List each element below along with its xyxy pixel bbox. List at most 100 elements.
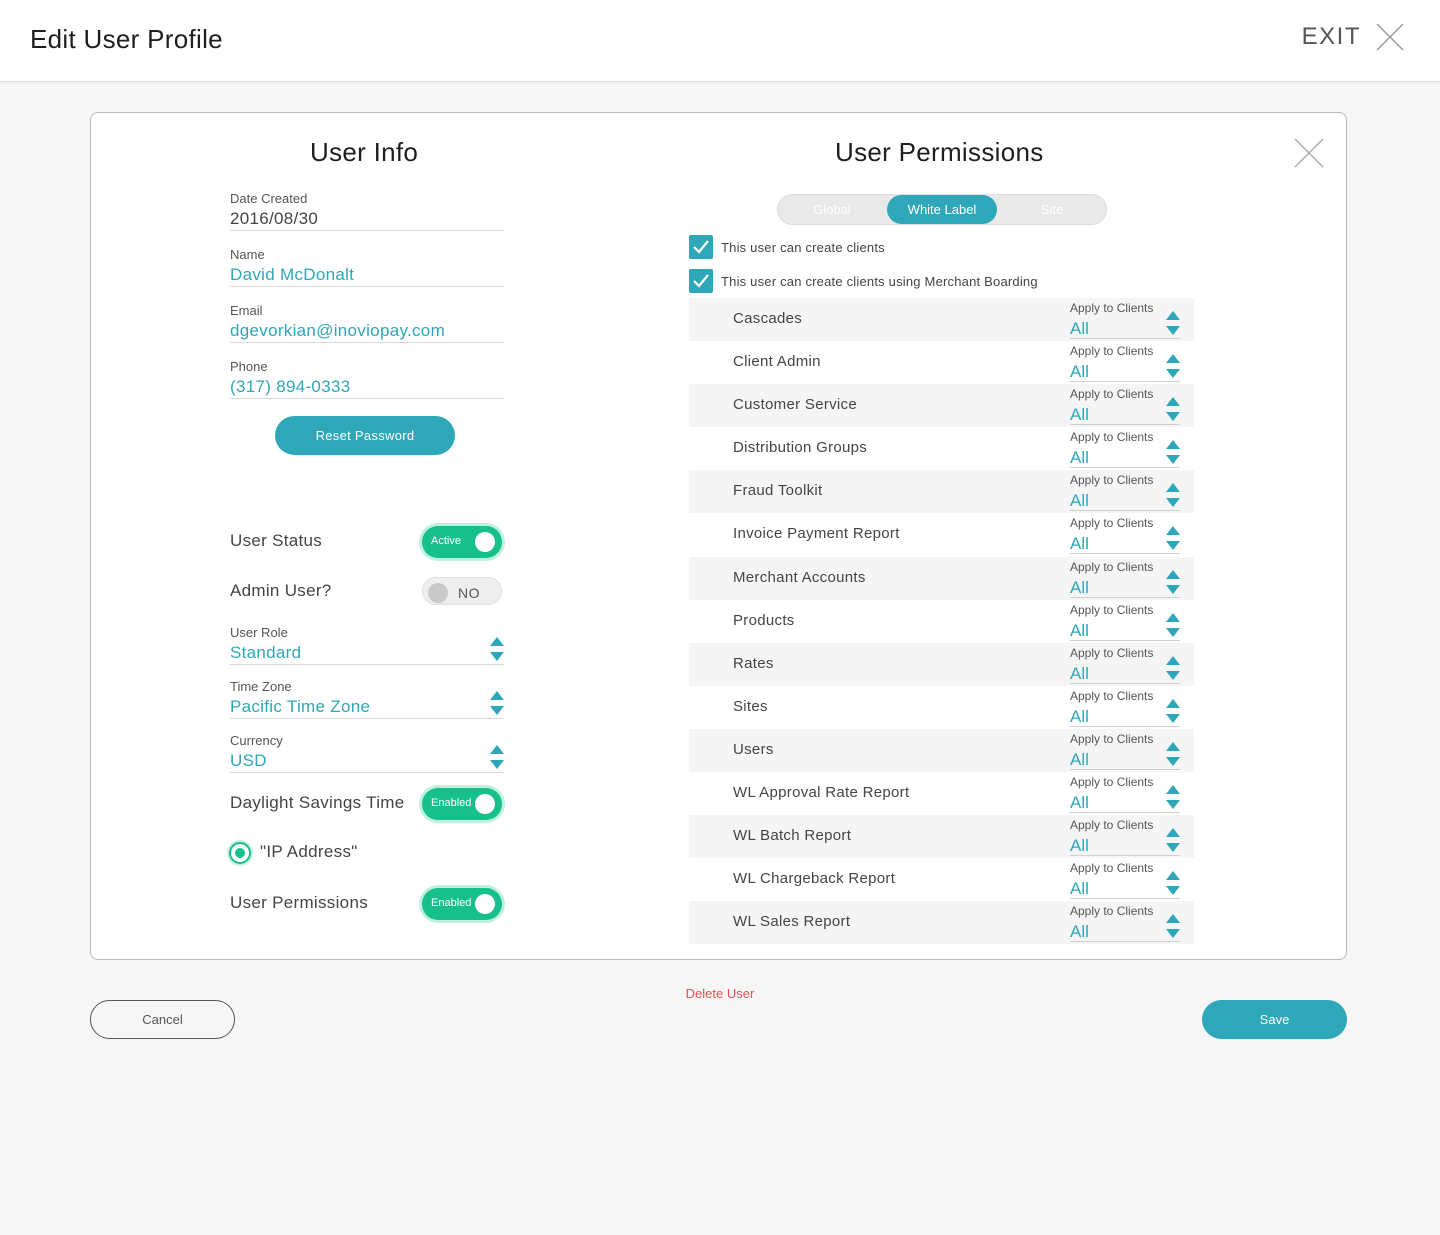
permission-row: Products Apply to Clients All <box>689 600 1194 643</box>
apply-to-clients-select[interactable]: Apply to Clients All <box>1070 299 1180 339</box>
apply-to-clients-select[interactable]: Apply to Clients All <box>1070 385 1180 426</box>
email-field[interactable]: Email dgevorkian@inoviopay.com <box>230 303 504 343</box>
tab-site[interactable]: Site <box>998 195 1106 224</box>
apply-to-clients-select[interactable]: Apply to Clients All <box>1070 471 1180 512</box>
user-status-label: User Status <box>230 531 323 550</box>
permission-name: Client Admin <box>733 353 821 371</box>
daylight-savings-label: Daylight Savings Time <box>230 793 405 812</box>
apply-to-clients-select[interactable]: Apply to Clients All <box>1070 816 1180 857</box>
permission-name: WL Batch Report <box>733 827 852 845</box>
permission-name: Invoice Payment Report <box>733 525 900 543</box>
name-label: Name <box>230 247 265 262</box>
ip-address-radio[interactable] <box>229 842 251 864</box>
phone-value[interactable]: (317) 894-0333 <box>230 376 504 398</box>
apply-to-clients-select[interactable]: Apply to Clients All <box>1070 428 1180 469</box>
select-arrows-icon <box>1166 914 1180 939</box>
save-button[interactable]: Save <box>1202 1000 1347 1039</box>
apply-to-clients-label: Apply to Clients <box>1070 861 1154 876</box>
permission-name: WL Chargeback Report <box>733 870 896 888</box>
checkbox-checked[interactable] <box>689 235 713 259</box>
select-arrows-icon <box>1166 871 1180 896</box>
select-arrows-icon <box>1166 828 1180 853</box>
daylight-savings-toggle[interactable]: Enabled <box>422 788 502 820</box>
phone-field[interactable]: Phone (317) 894-0333 <box>230 359 504 399</box>
delete-user-link[interactable]: Delete User <box>620 986 820 1001</box>
tab-global[interactable]: Global <box>778 195 886 224</box>
merchant-boarding-checkbox[interactable]: This user can create clients using Merch… <box>689 269 1038 293</box>
date-created-field: Date Created 2016/08/30 <box>230 191 504 231</box>
permissions-scope-tabs: Global White Label Site <box>777 194 1107 225</box>
select-arrows-icon <box>1166 440 1180 465</box>
permission-name: Cascades <box>733 310 803 327</box>
apply-to-clients-select[interactable]: Apply to Clients All <box>1070 687 1180 727</box>
tab-white-label[interactable]: White Label <box>887 195 997 224</box>
apply-to-clients-select[interactable]: Apply to Clients All <box>1070 558 1180 598</box>
close-icon <box>1376 23 1404 51</box>
create-clients-checkbox[interactable]: This user can create clients <box>689 235 885 259</box>
currency-label: Currency <box>230 733 283 748</box>
currency-value: USD <box>230 751 267 770</box>
user-role-value: Standard <box>230 643 302 662</box>
cancel-button[interactable]: Cancel <box>90 1000 235 1039</box>
name-field[interactable]: Name David McDonalt <box>230 247 504 287</box>
permission-name: Rates <box>733 654 774 672</box>
permission-row: WL Approval Rate Report Apply to Clients A… <box>689 772 1194 815</box>
currency-select[interactable]: Currency USD <box>230 733 504 773</box>
toggle-knob <box>475 794 495 814</box>
permission-row: Sites Apply to Clients All <box>689 686 1194 729</box>
card-close-icon[interactable] <box>1293 137 1325 169</box>
permission-row: WL Sales Report Apply to Clients All <box>689 901 1194 945</box>
select-arrows-icon <box>1166 612 1180 637</box>
apply-to-clients-select[interactable]: Apply to Clients All <box>1070 601 1180 641</box>
check-icon <box>693 240 709 254</box>
permission-name: Merchant Accounts <box>733 568 866 586</box>
permission-row: Merchant Accounts Apply to Clients All <box>689 556 1194 600</box>
apply-to-clients-label: Apply to Clients <box>1070 645 1154 660</box>
admin-user-toggle-label: NO <box>458 585 480 601</box>
permission-row: Distribution Groups Apply to Clients All <box>689 427 1194 470</box>
permission-row: WL Chargeback Report Apply to Clients All <box>689 858 1194 901</box>
apply-to-clients-select[interactable]: Apply to Clients All <box>1070 342 1180 383</box>
name-value[interactable]: David McDonalt <box>230 264 504 286</box>
select-arrows-icon <box>1166 483 1180 508</box>
checkbox-checked[interactable] <box>689 269 713 293</box>
apply-to-clients-label: Apply to Clients <box>1070 430 1154 445</box>
apply-to-clients-value: All <box>1070 706 1089 726</box>
time-zone-select[interactable]: Time Zone Pacific Time Zone <box>230 679 504 719</box>
page-title: Edit User Profile <box>30 24 223 54</box>
apply-to-clients-value: All <box>1070 749 1089 769</box>
select-arrows-icon <box>1166 741 1180 766</box>
permission-row: Rates Apply to Clients All <box>689 642 1194 686</box>
apply-to-clients-label: Apply to Clients <box>1070 731 1154 746</box>
apply-to-clients-select[interactable]: Apply to Clients All <box>1070 859 1180 900</box>
select-arrows-icon <box>490 745 504 769</box>
user-permissions-toggle[interactable]: Enabled <box>422 888 502 920</box>
apply-to-clients-label: Apply to Clients <box>1070 516 1154 531</box>
date-created-label: Date Created <box>230 191 308 206</box>
user-status-toggle[interactable]: Active <box>422 526 502 558</box>
user-status-toggle-label: Active <box>431 535 461 547</box>
permission-row: Cascades Apply to Clients All <box>689 298 1194 342</box>
select-arrows-icon <box>1166 526 1180 551</box>
date-created-value: 2016/08/30 <box>230 209 319 228</box>
check-icon <box>693 274 709 288</box>
apply-to-clients-value: All <box>1070 577 1089 597</box>
apply-to-clients-select[interactable]: Apply to Clients All <box>1070 902 1180 943</box>
permission-name: Customer Service <box>733 396 858 414</box>
apply-to-clients-select[interactable]: Apply to Clients All <box>1070 773 1180 814</box>
permission-name: Products <box>733 611 795 629</box>
apply-to-clients-select[interactable]: Apply to Clients All <box>1070 514 1180 555</box>
apply-to-clients-value: All <box>1070 620 1089 640</box>
edit-profile-card: User Info Date Created 2016/08/30 Name D… <box>90 112 1347 960</box>
apply-to-clients-label: Apply to Clients <box>1070 688 1154 703</box>
apply-to-clients-select[interactable]: Apply to Clients All <box>1070 644 1180 684</box>
apply-to-clients-label: Apply to Clients <box>1070 775 1154 790</box>
user-role-select[interactable]: User Role Standard <box>230 625 504 665</box>
reset-password-button[interactable]: Reset Password <box>275 416 455 455</box>
email-value[interactable]: dgevorkian@inoviopay.com <box>230 320 504 342</box>
exit-label: EXIT <box>1301 23 1361 50</box>
phone-label: Phone <box>230 359 268 374</box>
admin-user-toggle[interactable]: NO <box>422 577 502 605</box>
apply-to-clients-select[interactable]: Apply to Clients All <box>1070 730 1180 770</box>
exit-button[interactable]: EXIT <box>1302 22 1405 52</box>
